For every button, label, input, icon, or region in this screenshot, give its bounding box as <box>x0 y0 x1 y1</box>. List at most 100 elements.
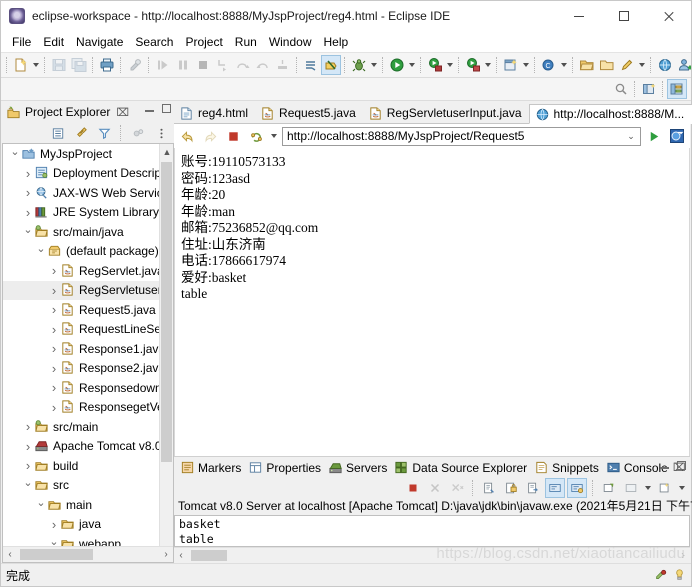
console-horizontal-scrollbar[interactable]: ‹ › <box>174 547 690 563</box>
twisty-collapsed-icon[interactable] <box>48 284 60 297</box>
run-as-server-dropdown-icon[interactable] <box>445 55 455 75</box>
build-status-icon[interactable] <box>654 568 668 582</box>
new-class-dropdown-icon[interactable] <box>559 55 569 75</box>
console-output[interactable]: basket table <box>174 515 690 547</box>
debug-dropdown-icon[interactable] <box>369 55 379 75</box>
resume-icon[interactable] <box>153 55 173 75</box>
bottom-tab-snippets[interactable]: Snippets <box>532 460 604 475</box>
tree-vertical-scrollbar[interactable]: ▲ ▼ <box>159 144 173 562</box>
tree-item-main[interactable]: main <box>3 495 173 515</box>
twisty-collapsed-icon[interactable] <box>22 459 34 472</box>
menu-file[interactable]: File <box>6 33 37 51</box>
back-arrow-icon[interactable] <box>177 126 197 146</box>
project-tree[interactable]: MyJspProject Deployment Descriptor: JAX-WS… <box>3 144 173 546</box>
minimize-button[interactable] <box>556 1 601 31</box>
console-menu-icon[interactable] <box>655 478 675 498</box>
collapse-all-icon[interactable] <box>48 123 68 143</box>
twisty-collapsed-icon[interactable] <box>22 440 34 453</box>
clear-console-icon[interactable] <box>479 478 499 498</box>
open-resource-icon[interactable] <box>597 55 617 75</box>
open-console-icon[interactable] <box>621 478 641 498</box>
url-dropdown-icon[interactable]: ⌄ <box>624 131 638 142</box>
twisty-expanded-icon[interactable] <box>35 501 47 509</box>
tree-item-apache-tomcat-v8-0-ap[interactable]: Apache Tomcat v8.0 [Ap <box>3 437 173 457</box>
tab-project-explorer[interactable]: Project Explorer ⌧ <box>2 103 133 122</box>
tree-item-response2-java[interactable]: Response2.java <box>3 359 173 379</box>
twisty-collapsed-icon[interactable] <box>48 362 60 375</box>
twisty-collapsed-icon[interactable] <box>22 420 34 433</box>
menu-help[interactable]: Help <box>318 33 355 51</box>
url-input[interactable]: http://localhost:8888/MyJspProject/Reque… <box>287 129 624 143</box>
tree-item-deployment-descriptor[interactable]: Deployment Descriptor: <box>3 164 173 184</box>
terminate-icon[interactable] <box>403 478 423 498</box>
editor-tab-request5-java[interactable]: Request5.java <box>255 103 363 123</box>
focus-icon[interactable] <box>128 123 148 143</box>
step-over-icon[interactable] <box>233 55 253 75</box>
twisty-collapsed-icon[interactable] <box>48 518 60 531</box>
tree-item-request5-java[interactable]: Request5.java <box>3 300 173 320</box>
go-play-icon[interactable] <box>644 126 664 146</box>
new-user-icon[interactable] <box>675 55 691 75</box>
save-all-icon[interactable] <box>69 55 89 75</box>
suspend-icon[interactable] <box>173 55 193 75</box>
forward-arrow-icon[interactable] <box>200 126 220 146</box>
globe-icon[interactable] <box>655 55 675 75</box>
twisty-expanded-icon[interactable] <box>22 228 34 236</box>
menu-window[interactable]: Window <box>263 33 318 51</box>
twisty-expanded-icon[interactable] <box>22 481 34 489</box>
coverage-icon[interactable] <box>463 55 483 75</box>
twisty-collapsed-icon[interactable] <box>22 186 34 199</box>
minimize-bottom-view-icon[interactable] <box>660 467 669 469</box>
twisty-expanded-icon[interactable] <box>9 150 21 158</box>
pin-console-icon[interactable] <box>567 477 587 498</box>
run-dropdown-icon[interactable] <box>407 55 417 75</box>
editor-tab-regservletuserinput-java[interactable]: RegServletuserInput.java <box>363 103 529 123</box>
bottom-tab-servers[interactable]: Servers <box>326 460 392 475</box>
tree-item-response1-java[interactable]: Response1.java <box>3 339 173 359</box>
tree-item-build[interactable]: build <box>3 456 173 476</box>
tree-item-regservletuserinpu[interactable]: RegServletuserInpu <box>3 280 173 300</box>
console-hscroll-track[interactable] <box>188 548 676 563</box>
print-icon[interactable] <box>97 55 117 75</box>
tree-item-jre-system-library[interactable]: JRE System Library [JavaS <box>3 203 173 223</box>
console-hscrollbar-thumb[interactable] <box>191 550 227 561</box>
run-as-server-icon[interactable] <box>425 55 445 75</box>
step-into-icon[interactable] <box>213 55 233 75</box>
build-all-icon[interactable] <box>125 55 145 75</box>
bottom-tab-markers[interactable]: Markers <box>178 460 246 475</box>
minimize-view-icon[interactable] <box>145 110 154 112</box>
scroll-lock-icon[interactable] <box>501 478 521 498</box>
menu-search[interactable]: Search <box>129 33 179 51</box>
new-java-project-icon[interactable] <box>501 55 521 75</box>
tree-item-src-main[interactable]: src/main <box>3 417 173 437</box>
twisty-collapsed-icon[interactable] <box>48 323 60 336</box>
editor-tab-http-localhost-8888-m[interactable]: http://localhost:8888/M...⌧ <box>528 104 692 124</box>
twisty-collapsed-icon[interactable] <box>48 264 60 277</box>
tree-item-requestlineservlet[interactable]: RequestLineServlet <box>3 320 173 340</box>
drop-to-frame-icon[interactable] <box>273 55 293 75</box>
scroll-up-arrow-icon[interactable]: ▲ <box>160 144 173 160</box>
menu-edit[interactable]: Edit <box>37 33 70 51</box>
open-task-icon[interactable] <box>617 55 637 75</box>
twisty-collapsed-icon[interactable] <box>22 167 34 180</box>
scroll-right-arrow-icon[interactable]: › <box>159 547 173 562</box>
view-menu-filter-icon[interactable] <box>94 123 114 143</box>
run-icon[interactable] <box>387 55 407 75</box>
hscrollbar-thumb[interactable] <box>20 549 93 560</box>
tree-item-default-package[interactable]: (default package) <box>3 242 173 262</box>
stop-icon[interactable] <box>223 126 243 146</box>
new-wizard-icon[interactable] <box>11 55 31 75</box>
console-menu-dropdown-icon[interactable] <box>677 478 687 498</box>
tip-icon[interactable] <box>674 568 685 582</box>
skip-breakpoints-icon[interactable] <box>301 55 321 75</box>
maximize-view-icon[interactable] <box>162 104 171 113</box>
tree-item-responsegetverific[interactable]: ResponsegetVerific <box>3 398 173 418</box>
twisty-collapsed-icon[interactable] <box>48 342 60 355</box>
new-class-icon[interactable]: C <box>539 55 559 75</box>
remove-all-launches-icon[interactable] <box>447 478 467 498</box>
link-with-editor-icon[interactable] <box>71 123 91 143</box>
step-return-icon[interactable] <box>253 55 273 75</box>
tree-item-java[interactable]: java <box>3 515 173 535</box>
maximize-bottom-view-icon[interactable] <box>677 461 686 470</box>
coverage-dropdown-icon[interactable] <box>483 55 493 75</box>
